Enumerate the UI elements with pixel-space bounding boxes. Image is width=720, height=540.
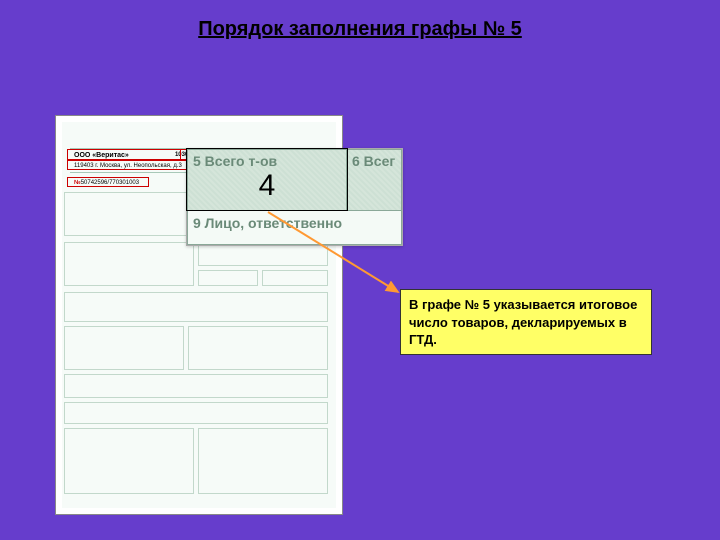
info-text: В графе № 5 указывается итоговое число т… xyxy=(409,297,637,347)
cell-9-label: 9 Лицо, ответственно xyxy=(193,215,342,231)
callout-zoom: 5 Всего т-ов 6 Всег 9 Лицо, ответственно… xyxy=(186,148,403,246)
red-box-no xyxy=(67,177,149,187)
cell-5-value: 4 xyxy=(187,169,347,203)
cell-9: 9 Лицо, ответственно xyxy=(187,211,402,245)
cell-6-label: 6 Всег xyxy=(352,153,395,169)
info-box: В графе № 5 указывается итоговое число т… xyxy=(400,289,652,355)
cell-6: 6 Всег xyxy=(347,149,402,211)
cell-5-label: 5 Всего т-ов xyxy=(193,153,277,169)
page-title: Порядок заполнения графы № 5 xyxy=(198,18,522,41)
red-box-addr xyxy=(67,160,199,170)
